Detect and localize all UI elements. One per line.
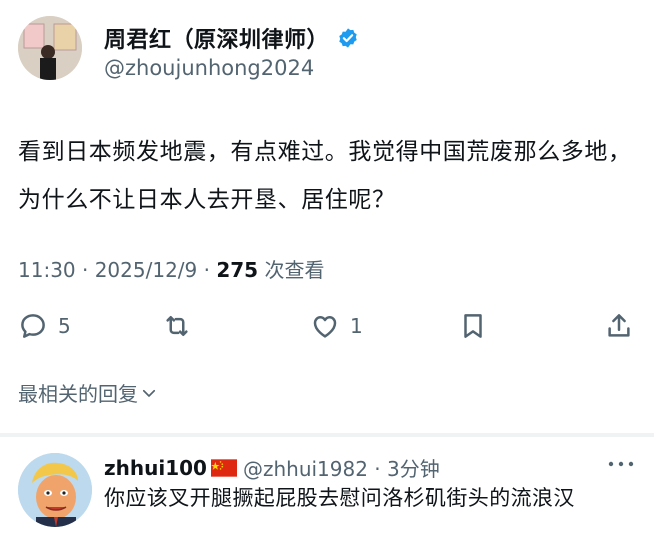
reply-text: 你应该叉开腿撅起屁股去慰问洛杉矶街头的流浪汉 (104, 486, 575, 510)
reply-handle-time[interactable]: @zhhui1982 · 3分钟 (243, 453, 440, 482)
share-button[interactable] (604, 306, 634, 346)
view-count: 275 (216, 258, 259, 282)
heart-icon (313, 316, 337, 338)
share-icon (608, 314, 630, 337)
reply-avatar[interactable] (18, 453, 92, 527)
retweet-icon (166, 316, 188, 336)
reply-icon (21, 314, 45, 338)
view-count-label: 次查看 (258, 258, 325, 282)
reply-sort-label: 最相关的回复 (18, 382, 138, 406)
retweet-button[interactable] (162, 306, 192, 346)
more-icon[interactable] (606, 459, 636, 469)
reply-button[interactable]: 5 (18, 306, 71, 346)
reply-count: 5 (58, 314, 71, 338)
like-count: 1 (350, 314, 363, 338)
reply-header: zhhui100 @zhhui1982 · 3分钟 (104, 453, 440, 482)
bookmark-button[interactable] (458, 306, 488, 346)
reply-sort-dropdown[interactable]: 最相关的回复 (18, 378, 158, 407)
tweet-text: 看到日本频发地震，有点难过。我觉得中国荒废那么多地，为什么不让日本人去开垦、居住… (18, 139, 632, 213)
reply-item[interactable]: zhhui100 @zhhui1982 · 3分钟 你应该叉开腿撅起屁股去慰问洛… (0, 437, 654, 553)
author-handle[interactable]: @zhoujunhong2024 (104, 56, 314, 80)
author-display-name[interactable]: 周君红（原深圳律师） (104, 22, 329, 54)
tweet-meta: 11:30 · 2025/12/9 · 275 次查看 (18, 254, 324, 283)
author-avatar[interactable] (18, 16, 82, 80)
verified-badge-icon (339, 28, 357, 48)
like-button[interactable]: 1 (310, 306, 363, 346)
bookmark-icon (464, 314, 482, 338)
tweet-timestamp[interactable]: 11:30 · 2025/12/9 · (18, 258, 216, 282)
reply-author-name[interactable]: zhhui100 (104, 456, 207, 480)
action-bar: 5 1 (18, 306, 634, 346)
china-flag-icon (210, 458, 237, 477)
chevron-down-icon (142, 389, 156, 397)
main-tweet: 周君红（原深圳律师） @zhoujunhong2024 看到日本频发地震，有点难… (0, 0, 654, 437)
